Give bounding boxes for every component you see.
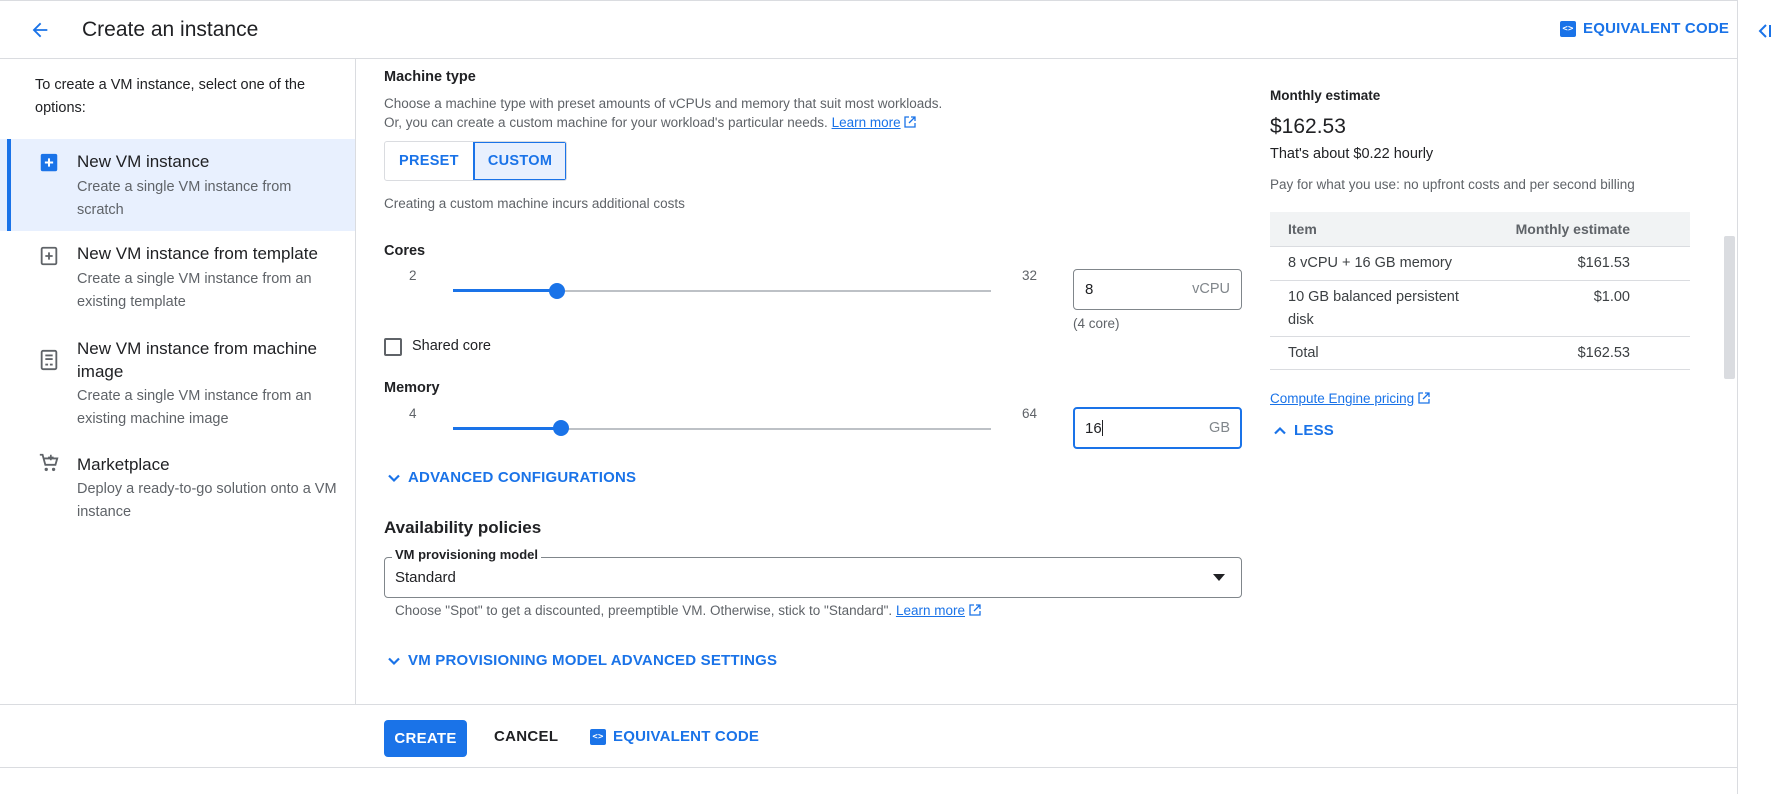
option-marketplace[interactable]: Marketplace Deploy a ready-to-go solutio… <box>0 440 355 532</box>
cancel-button[interactable]: CANCEL <box>494 728 558 745</box>
equivalent-code-label: EQUIVALENT CODE <box>1583 20 1730 37</box>
chevron-down-icon <box>388 657 400 665</box>
options-intro: To create a VM instance, select one of t… <box>35 77 306 116</box>
machine-type-toggle: PRESET CUSTOM <box>384 141 568 181</box>
cost-table: Item Monthly estimate 8 vCPU + 16 GB mem… <box>1270 212 1690 370</box>
cores-unit: vCPU <box>1192 281 1230 297</box>
option-description: Create a single VM instance from scratch <box>77 179 292 218</box>
less-toggle[interactable]: LESS <box>1272 422 1334 439</box>
machine-type-learn-more-link[interactable]: Learn more <box>832 115 901 130</box>
option-title: New VM instance from template <box>77 244 318 263</box>
preset-button[interactable]: PRESET <box>385 142 473 180</box>
option-description: Create a single VM instance from an exis… <box>77 271 312 310</box>
cost-table-header: Item Monthly estimate <box>1270 212 1690 246</box>
scrollbar-thumb[interactable] <box>1724 236 1735 379</box>
machine-type-label: Machine type <box>384 69 476 85</box>
vm-provisioning-model-value: Standard <box>395 569 456 586</box>
action-footer <box>0 704 1737 768</box>
cores-slider-thumb[interactable] <box>549 283 566 299</box>
code-icon: <> <box>590 728 606 745</box>
memory-input[interactable]: 16 GB <box>1073 407 1242 449</box>
memory-slider-fill <box>453 427 561 430</box>
cores-input[interactable]: 8 vCPU <box>1073 269 1242 310</box>
page-title: Create an instance <box>82 18 259 41</box>
dropdown-arrow-icon <box>1213 574 1225 581</box>
billing-note: Pay for what you use: no upfront costs a… <box>1270 177 1635 192</box>
option-description: Create a single VM instance from an exis… <box>77 388 312 427</box>
availability-policies-heading: Availability policies <box>384 518 542 537</box>
equivalent-code-footer-button[interactable]: <> EQUIVALENT CODE <box>590 728 759 745</box>
cores-min-label: 2 <box>409 268 417 283</box>
back-button[interactable] <box>24 14 56 46</box>
provisioning-advanced-settings-toggle[interactable]: VM PROVISIONING MODEL ADVANCED SETTINGS <box>386 652 777 669</box>
right-rail <box>1737 0 1792 794</box>
chevron-up-icon <box>1274 426 1286 434</box>
collapse-icon <box>1758 24 1771 38</box>
create-button[interactable]: CREATE <box>384 720 467 757</box>
option-new-vm-from-machine-image[interactable]: New VM instance from machine image Creat… <box>0 325 355 440</box>
hourly-estimate: That's about $0.22 hourly <box>1270 146 1434 162</box>
machine-image-icon <box>40 349 58 371</box>
external-link-icon <box>969 604 981 616</box>
table-row: 8 vCPU + 16 GB memory $161.53 <box>1270 246 1690 280</box>
template-add-icon <box>40 246 58 266</box>
memory-max-label: 64 <box>1022 406 1038 421</box>
memory-slider-thumb[interactable] <box>552 420 569 436</box>
option-title: Marketplace <box>77 455 170 474</box>
vm-provisioning-model-label: VM provisioning model <box>392 547 542 562</box>
machine-type-description: Choose a machine type with preset amount… <box>384 96 943 111</box>
vm-provisioning-model-select[interactable] <box>384 557 1242 598</box>
compute-engine-pricing-link[interactable]: Compute Engine pricing <box>1270 391 1414 406</box>
add-box-icon <box>40 153 58 172</box>
option-description: Deploy a ready-to-go solution onto a VM … <box>77 481 337 520</box>
page-header <box>0 0 1737 59</box>
chevron-down-icon <box>388 474 400 482</box>
option-title: New VM instance from machine image <box>77 339 317 381</box>
cores-max-label: 32 <box>1022 268 1038 283</box>
col-monthly-estimate: Monthly estimate <box>1515 221 1630 237</box>
provisioning-learn-more-link[interactable]: Learn more <box>896 603 965 618</box>
external-link-icon <box>904 116 917 128</box>
table-row-total: Total $162.53 <box>1270 336 1690 370</box>
machine-type-description-line2: Or, you can create a custom machine for … <box>384 114 917 132</box>
equivalent-code-header-button[interactable]: <> EQUIVALENT CODE <box>1560 20 1729 37</box>
pricing-link-row: Compute Engine pricing <box>1270 390 1430 408</box>
monthly-estimate-heading: Monthly estimate <box>1270 88 1381 103</box>
monthly-estimate-amount: $162.53 <box>1270 115 1346 138</box>
advanced-configurations-toggle[interactable]: ADVANCED CONFIGURATIONS <box>386 469 636 486</box>
cores-label: Cores <box>384 243 426 259</box>
memory-label: Memory <box>384 380 440 396</box>
option-title: New VM instance <box>77 152 210 171</box>
arrow-back-icon <box>32 22 48 38</box>
col-item: Item <box>1288 221 1317 237</box>
provisioning-model-hint: Choose "Spot" to get a discounted, preem… <box>395 602 981 620</box>
option-new-vm-instance[interactable]: New VM instance Create a single VM insta… <box>0 139 355 231</box>
memory-unit: GB <box>1209 420 1230 436</box>
option-new-vm-from-template[interactable]: New VM instance from template Create a s… <box>0 232 355 324</box>
equivalent-code-label: EQUIVALENT CODE <box>613 728 760 745</box>
memory-value: 16 <box>1085 420 1103 437</box>
table-row: 10 GB balanced persistent disk $1.00 <box>1270 280 1690 336</box>
external-link-icon <box>1418 392 1430 404</box>
cores-core-count-note: (4 core) <box>1073 316 1120 331</box>
shared-core-checkbox[interactable] <box>384 338 402 356</box>
custom-button[interactable]: CUSTOM <box>472 142 567 180</box>
cores-value: 8 <box>1085 281 1094 298</box>
shared-core-label: Shared core <box>412 338 491 354</box>
custom-machine-note: Creating a custom machine incurs additio… <box>384 196 685 211</box>
collapse-panel-button[interactable] <box>1752 18 1778 44</box>
cores-slider-fill <box>453 289 558 292</box>
cart-icon <box>39 453 59 472</box>
memory-min-label: 4 <box>409 406 417 421</box>
code-icon: <> <box>1560 20 1576 37</box>
